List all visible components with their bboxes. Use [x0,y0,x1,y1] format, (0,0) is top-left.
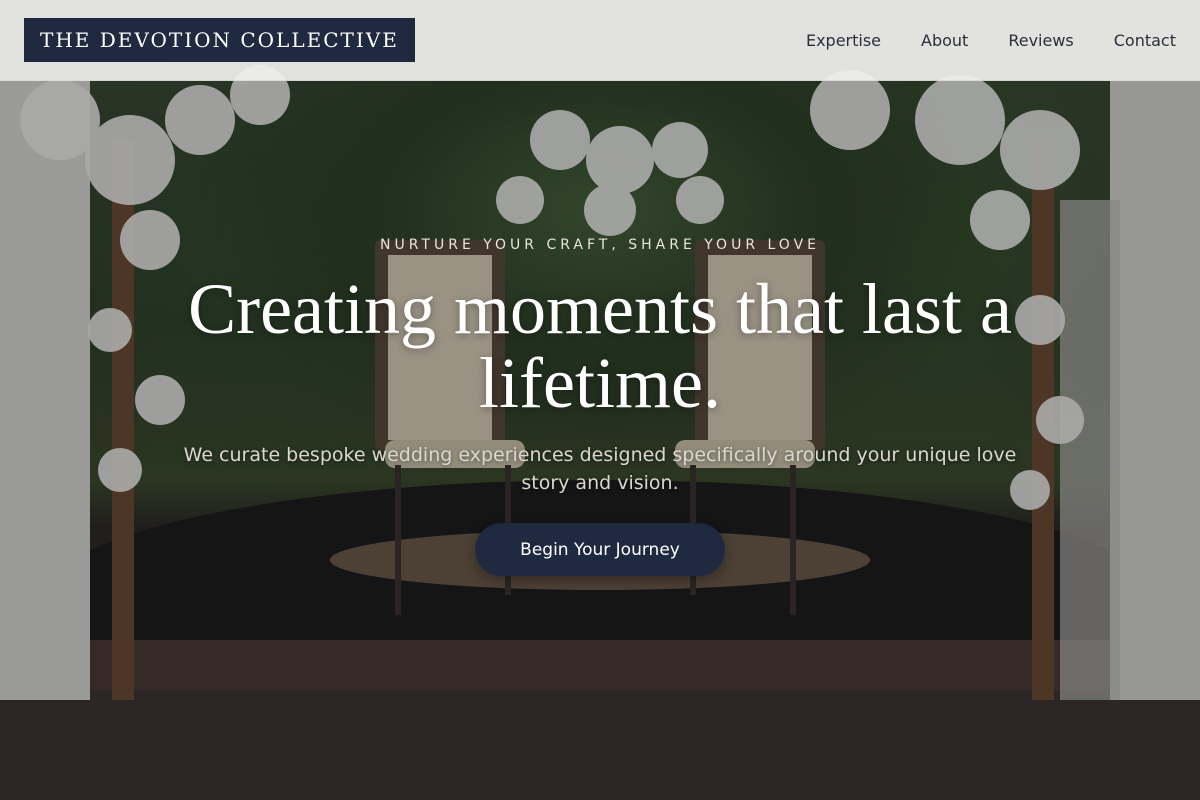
hero-eyebrow: NURTURE YOUR CRAFT, SHARE YOUR LOVE [380,237,820,253]
hero-subtitle: We curate bespoke wedding experiences de… [183,444,1017,494]
begin-journey-button[interactable]: Begin Your Journey [475,523,725,576]
hero-content: NURTURE YOUR CRAFT, SHARE YOUR LOVE Crea… [0,0,1200,800]
hero-headline: Creating moments that last a lifetime. [188,269,1012,423]
